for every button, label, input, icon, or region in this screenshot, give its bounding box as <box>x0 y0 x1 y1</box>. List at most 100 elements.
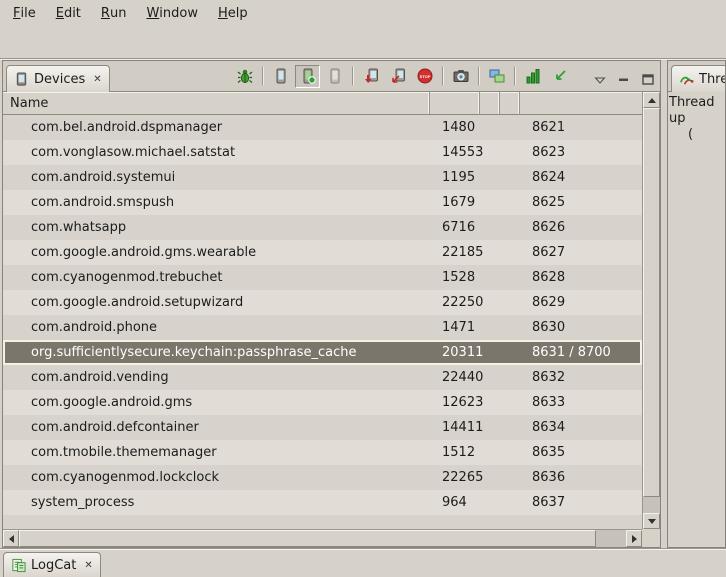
process-port: 8623 <box>520 145 642 160</box>
process-pid: 22185 <box>430 245 480 260</box>
close-icon[interactable] <box>93 74 101 85</box>
process-name: com.vonglasow.michael.satstat <box>3 145 430 160</box>
process-row[interactable]: com.android.defcontainer144118634 <box>3 415 642 440</box>
logcat-bar: LogCat <box>0 548 726 577</box>
tab-threads[interactable]: Threads <box>671 65 726 92</box>
scroll-right-button[interactable] <box>626 530 642 547</box>
process-port: 8632 <box>520 370 642 385</box>
phone-offline-button[interactable] <box>322 65 347 88</box>
tab-logcat[interactable]: LogCat <box>3 552 101 577</box>
phone-offline-icon <box>327 68 343 84</box>
process-port: 8630 <box>520 320 642 335</box>
main-toolbar <box>0 26 726 59</box>
method-profiling-button[interactable] <box>547 65 572 88</box>
column-header-blank-1[interactable] <box>480 92 500 114</box>
process-row[interactable]: com.tmobile.thememanager15128635 <box>3 440 642 465</box>
horizontal-scrollbar-thumb[interactable] <box>19 530 596 547</box>
process-row[interactable]: org.sufficientlysecure.keychain:passphra… <box>3 340 642 365</box>
process-port: 8631 / 8700 <box>520 345 642 360</box>
process-name: com.android.smspush <box>3 195 430 210</box>
menu-item-run[interactable]: Run <box>91 0 137 26</box>
device-icon <box>14 72 29 87</box>
devices-view-controls <box>588 68 660 91</box>
toolbar-separator <box>262 67 263 85</box>
process-pid: 964 <box>430 495 480 510</box>
scroll-left-button[interactable] <box>3 530 19 547</box>
process-name: com.android.phone <box>3 320 430 335</box>
process-row[interactable]: com.cyanogenmod.lockclock222658636 <box>3 465 642 490</box>
column-header-name[interactable]: Name <box>3 92 430 114</box>
minimize-button[interactable] <box>613 68 635 91</box>
threads-message-line-1: Thread up <box>669 95 724 127</box>
screen-capture-button[interactable] <box>448 65 473 88</box>
process-row[interactable]: system_process9648637 <box>3 490 642 515</box>
hierarchy-view-button[interactable] <box>484 65 509 88</box>
horizontal-scrollbar-track[interactable] <box>19 530 626 547</box>
process-table-header: Name <box>3 92 642 115</box>
process-row[interactable]: com.android.systemui11958624 <box>3 165 642 190</box>
process-pid: 6716 <box>430 220 480 235</box>
stop-button[interactable]: STOP <box>412 65 437 88</box>
process-row[interactable]: com.vonglasow.michael.satstat145538623 <box>3 140 642 165</box>
process-name: com.android.vending <box>3 370 430 385</box>
maximize-button[interactable] <box>637 68 659 91</box>
process-name: com.google.android.setupwizard <box>3 295 430 310</box>
scroll-down-button[interactable] <box>643 513 660 529</box>
column-header-blank-2[interactable] <box>500 92 520 114</box>
process-pid: 12623 <box>430 395 480 410</box>
process-row[interactable]: com.google.android.gms126238633 <box>3 390 642 415</box>
threads-message: Thread up ( <box>668 92 725 146</box>
menu-item-window[interactable]: Window <box>136 0 208 26</box>
column-header-port[interactable] <box>520 92 642 114</box>
stop-icon: STOP <box>417 68 433 84</box>
method-profiling-icon <box>552 68 568 84</box>
process-name: com.cyanogenmod.lockclock <box>3 470 430 485</box>
phone-online-button[interactable] <box>295 65 320 88</box>
scroll-up-button[interactable] <box>643 92 660 108</box>
dump-hprof-button[interactable] <box>385 65 410 88</box>
update-heap-button[interactable] <box>358 65 383 88</box>
phone-online-icon <box>300 68 316 84</box>
horizontal-scrollbar[interactable] <box>3 529 642 547</box>
menu-item-edit[interactable]: Edit <box>46 0 91 26</box>
process-port: 8624 <box>520 170 642 185</box>
vertical-scrollbar[interactable] <box>642 92 660 529</box>
phone-button[interactable] <box>268 65 293 88</box>
triangle-right-icon <box>632 535 637 543</box>
toolbar-separator <box>514 67 515 85</box>
view-menu-button[interactable] <box>589 68 611 91</box>
process-row[interactable]: com.cyanogenmod.trebuchet15288628 <box>3 265 642 290</box>
process-pid: 22265 <box>430 470 480 485</box>
process-row[interactable]: com.android.phone14718630 <box>3 315 642 340</box>
close-icon[interactable] <box>84 560 92 571</box>
column-header-pid[interactable] <box>430 92 480 114</box>
process-row[interactable]: com.google.android.gms.wearable221858627 <box>3 240 642 265</box>
process-row[interactable]: com.bel.android.dspmanager14808621 <box>3 115 642 140</box>
process-pid: 14411 <box>430 420 480 435</box>
toolbar-separator <box>352 67 353 85</box>
menu-item-file[interactable]: File <box>3 0 46 26</box>
process-row[interactable]: com.android.vending224408632 <box>3 365 642 390</box>
triangle-up-icon <box>648 98 656 103</box>
triangle-down-icon <box>648 519 656 524</box>
devices-tabbar: Devices STOP <box>3 61 660 92</box>
process-name: com.bel.android.dspmanager <box>3 120 430 135</box>
process-name: com.google.android.gms <box>3 395 430 410</box>
minimize-icon <box>617 73 631 87</box>
vertical-scrollbar-track[interactable] <box>643 108 660 513</box>
process-row[interactable]: com.google.android.setupwizard222508629 <box>3 290 642 315</box>
threads-message-line-2: ( <box>669 127 724 143</box>
threads-panel: Threads Thread up ( <box>667 60 726 548</box>
process-row[interactable]: com.android.smspush16798625 <box>3 190 642 215</box>
process-row[interactable]: com.whatsapp67168626 <box>3 215 642 240</box>
allocation-tracker-button[interactable] <box>520 65 545 88</box>
debug-attach-button[interactable] <box>232 65 257 88</box>
menu-item-help[interactable]: Help <box>208 0 258 26</box>
process-name: com.whatsapp <box>3 220 430 235</box>
devices-panel: Devices STOP Name com.bel.android.dspman… <box>2 60 661 548</box>
process-port: 8621 <box>520 120 642 135</box>
process-pid: 20311 <box>430 345 480 360</box>
process-name: com.android.defcontainer <box>3 420 430 435</box>
vertical-scrollbar-thumb[interactable] <box>643 108 660 497</box>
tab-devices[interactable]: Devices <box>6 65 110 92</box>
